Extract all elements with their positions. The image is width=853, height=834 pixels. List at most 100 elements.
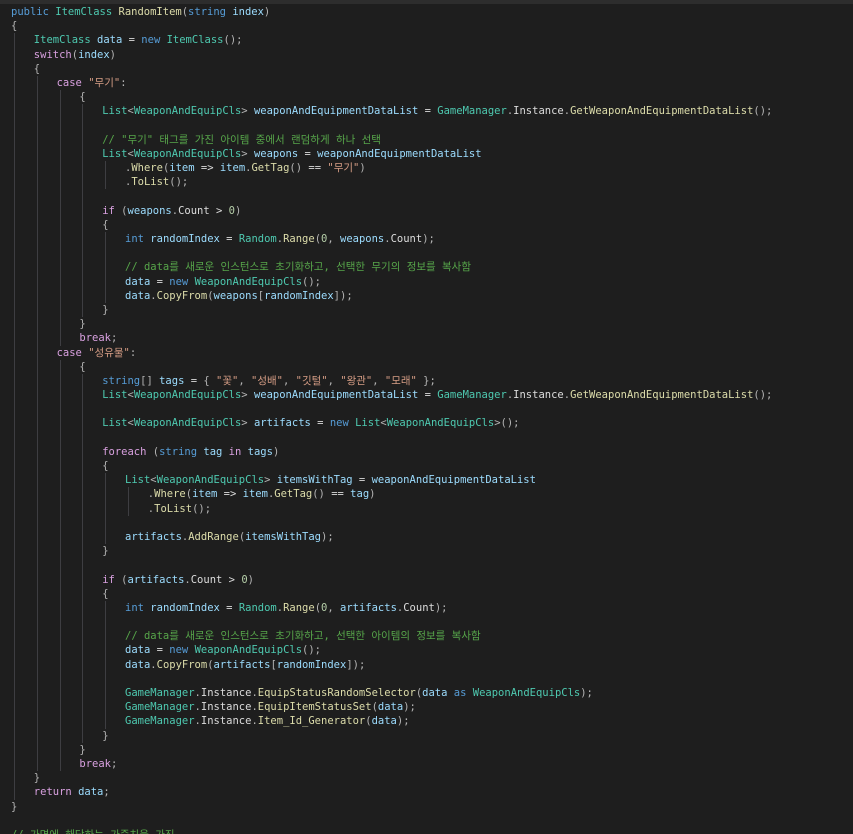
code-line[interactable]: .Where(item => item.GetTag() == "무기") [0,161,853,176]
code-line[interactable]: case "성유물": [0,345,853,360]
indent-guide [14,388,15,403]
code-line[interactable]: List<WeaponAndEquipCls> itemsWithTag = w… [0,473,853,488]
code-line[interactable]: data.CopyFrom(artifacts[randomIndex]); [0,657,853,672]
token-pu: ) [369,488,376,501]
code-line[interactable]: GameManager.Instance.Item_Id_Generator(d… [0,714,853,729]
code-line[interactable]: List<WeaponAndEquipCls> weaponAndEquipme… [0,388,853,403]
token-plain: = [184,374,204,387]
code-line[interactable] [0,430,853,445]
indent-guide [59,657,61,672]
code-line[interactable]: { [0,19,853,33]
token-pu: >(); [494,417,520,430]
code-line[interactable] [0,189,853,204]
token-var: weapons [340,233,385,245]
code-line[interactable]: int randomIndex = Random.Range(0, weapon… [0,232,853,247]
code-line[interactable]: data = new WeaponAndEquipCls(); [0,274,853,289]
code-line[interactable]: string[] tags = { "꽃", "성배", "깃털", "왕관",… [0,373,853,389]
token-var: weaponAndEquipmentDataList [253,389,419,402]
code-line[interactable] [0,246,853,261]
code-line[interactable]: } [0,742,853,757]
code-line[interactable]: // 가면에 해당하는 가중치을 가진 [0,828,853,834]
code-area[interactable]: public ItemClass RandomItem(string index… [0,5,853,834]
indent-guide [105,288,107,303]
code-line[interactable]: List<WeaponAndEquipCls> artifacts = new … [0,416,853,431]
code-line[interactable]: data.CopyFrom(weapons[randomIndex]); [0,288,853,303]
code-line[interactable] [0,118,853,133]
token-prop: Count [190,573,223,586]
code-editor[interactable]: public ItemClass RandomItem(string index… [0,0,853,834]
code-line[interactable]: if (weapons.Count > 0) [0,203,853,218]
token-var: tag [203,445,223,458]
code-line[interactable]: case "무기": [0,75,853,91]
code-text: } [102,545,108,557]
code-line[interactable] [0,402,853,417]
code-line[interactable]: } [0,302,853,318]
code-text: List<WeaponAndEquipCls> weapons = weapon… [102,148,481,160]
code-line[interactable]: public ItemClass RandomItem(string index… [0,5,853,19]
token-kw: as [453,687,467,699]
token-pu: : [129,346,137,359]
code-line[interactable]: { [0,359,853,374]
code-line[interactable]: GameManager.Instance.EquipItemStatusSet(… [0,700,853,715]
indent-guide [36,373,38,389]
code-line[interactable]: int randomIndex = Random.Range(0, artifa… [0,600,853,616]
code-line[interactable]: .Where(item => item.GetTag() == tag) [0,487,853,502]
code-line[interactable]: GameManager.Instance.EquipStatusRandomSe… [0,686,853,701]
code-line[interactable]: // data를 새로운 인스턴스로 초기화하고, 선택한 아이템의 정보를 복… [0,629,853,644]
code-line[interactable]: data = new WeaponAndEquipCls(); [0,643,853,658]
code-line[interactable]: { [0,586,853,601]
token-prop: Instance [513,105,564,118]
indent-guide [14,75,15,91]
code-line[interactable]: } [0,800,853,814]
token-prop: Count [178,204,210,217]
code-line[interactable] [0,558,853,573]
indent-guide [14,657,15,672]
token-cf: return [33,786,72,799]
indent-guide [128,501,129,516]
code-line[interactable] [0,615,853,630]
token-kw: new [141,34,161,47]
code-line[interactable]: break; [0,756,853,772]
token-plain: = [219,233,239,245]
indent-guide [14,203,15,218]
code-line[interactable]: { [0,61,853,76]
code-line[interactable] [0,515,853,530]
code-line[interactable]: // data를 새로운 인스턴스로 초기화하고, 선택한 무기의 정보를 복사… [0,260,853,275]
indent-guide [59,288,61,303]
code-line[interactable]: return data; [0,785,853,800]
token-str: "무기" [88,76,121,89]
indent-guide [105,473,107,488]
code-line[interactable]: if (artifacts.Count > 0) [0,572,853,587]
code-line[interactable]: } [0,728,853,743]
indent-guide [14,742,15,757]
code-line[interactable]: .ToList(); [0,175,853,190]
code-line[interactable]: { [0,217,853,232]
code-line[interactable] [0,671,853,686]
token-plain: = [150,275,170,288]
code-line[interactable]: ItemClass data = new ItemClass(); [0,33,853,48]
code-line[interactable]: // "무기" 태그를 가진 아이템 중에서 랜덤하게 하나 선택 [0,132,853,147]
code-line[interactable] [0,814,853,828]
code-line[interactable]: { [0,90,853,105]
code-line[interactable]: } [0,771,853,786]
token-ty: ItemClass [55,6,113,18]
code-line[interactable]: foreach (string tag in tags) [0,444,853,459]
code-text: data = new WeaponAndEquipCls(); [125,276,321,288]
indent-guide [14,444,15,459]
code-text: .ToList(); [125,176,188,188]
code-line[interactable]: } [0,544,853,559]
code-line[interactable]: .ToList(); [0,501,853,516]
indent-guide [59,487,61,502]
token-pu: ]); [346,658,366,671]
code-line[interactable]: switch(index) [0,47,853,62]
code-line[interactable]: } [0,317,853,332]
code-line[interactable]: List<WeaponAndEquipCls> weaponAndEquipme… [0,104,853,119]
token-fn: Item_Id_Generator [257,715,366,728]
code-line[interactable]: artifacts.AddRange(itemsWithTag); [0,529,853,545]
token-pu: ]); [333,289,353,302]
code-line[interactable]: { [0,459,853,474]
code-line[interactable]: break; [0,331,853,346]
token-pu: } [79,318,86,331]
code-line[interactable]: List<WeaponAndEquipCls> weapons = weapon… [0,146,853,162]
token-plain: = [418,389,438,402]
